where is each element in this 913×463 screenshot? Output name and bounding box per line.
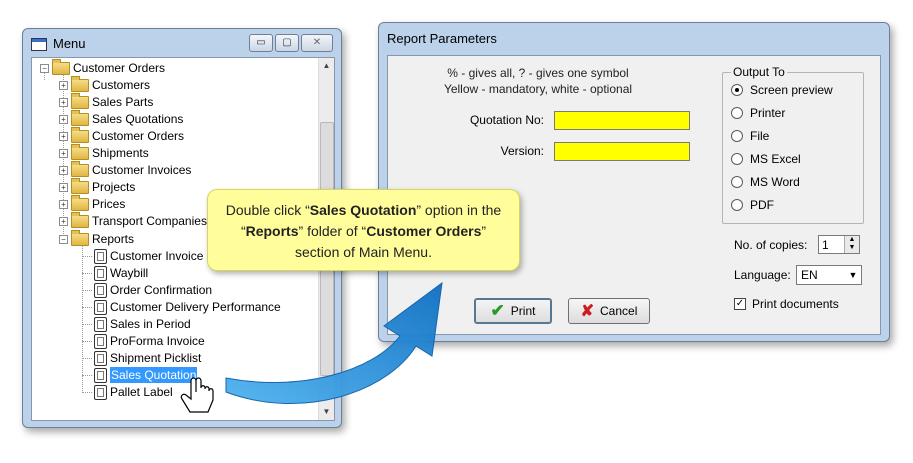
callout-bold-customer-orders: Customer Orders [366, 223, 482, 239]
instruction-callout: Double click “Sales Quotation” option in… [207, 189, 520, 271]
callout-text: Double click “ [225, 202, 310, 218]
callout-bold-reports: Reports [245, 223, 299, 239]
callout-bold-sales-quotation: Sales Quotation [309, 202, 417, 218]
callout-text: ” folder of “ [298, 223, 367, 239]
